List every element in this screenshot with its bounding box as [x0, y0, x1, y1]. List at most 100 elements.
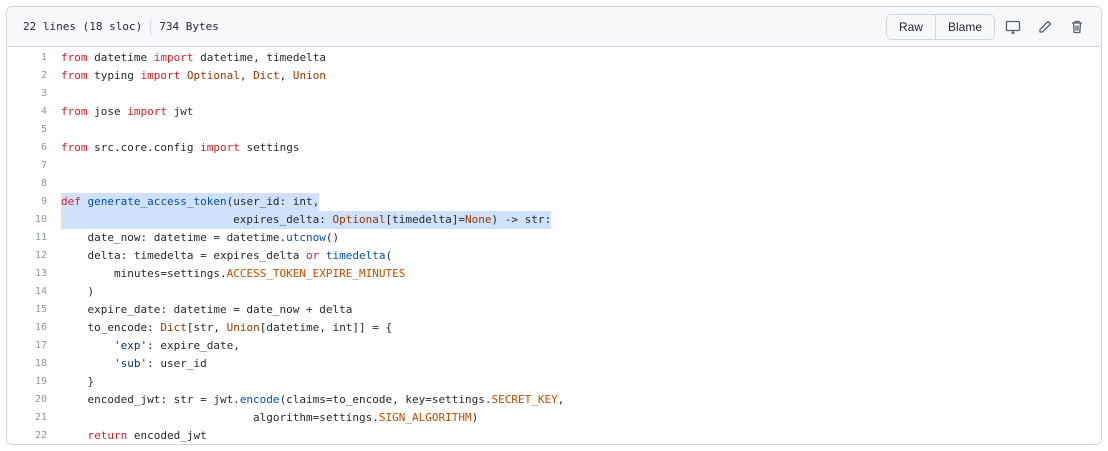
code-line: 21 algorithm=settings.SIGN_ALGORITHM) — [7, 409, 1101, 427]
code-token: from — [61, 141, 88, 154]
code-token: None — [465, 213, 492, 226]
code-token: jose — [87, 105, 128, 118]
code-line: 16 to_encode: Dict[str, Union[datetime, … — [7, 319, 1101, 337]
code-view: 1 from datetime import datetime, timedelt… — [7, 47, 1101, 444]
code-line: 10 expires_delta: Optional[timedelta]=No… — [7, 211, 1101, 229]
code-token: (user_id: int, — [226, 195, 320, 208]
code-token: minutes=settings. — [61, 267, 227, 280]
line-number[interactable]: 12 — [7, 247, 61, 265]
line-number[interactable]: 10 — [7, 211, 61, 229]
line-number[interactable]: 11 — [7, 229, 61, 247]
code-token: from — [61, 69, 88, 82]
line-number[interactable]: 3 — [7, 85, 61, 103]
code-token: Optional — [332, 213, 386, 226]
code-token: from — [61, 105, 88, 118]
line-number[interactable]: 20 — [7, 391, 61, 409]
line-number[interactable]: 2 — [7, 67, 61, 85]
code-token: 'exp' — [113, 339, 148, 352]
code-token: delta: timedelta = expires_delta — [61, 249, 307, 262]
pencil-icon[interactable] — [1031, 13, 1059, 41]
code-token: utcnow — [286, 231, 326, 244]
code-line: 4 from jose import jwt — [7, 103, 1101, 121]
code-token: import — [200, 141, 240, 154]
code-token: SECRET_KEY — [491, 393, 558, 406]
line-number[interactable]: 1 — [7, 49, 61, 67]
code-token: date_now: datetime = datetime. — [61, 231, 287, 244]
code-content: expire_date: datetime = date_now + delta — [61, 301, 352, 319]
line-number[interactable]: 21 — [7, 409, 61, 427]
file-header: 22 lines (18 sloc) 734 Bytes Raw Blame — [7, 7, 1101, 47]
code-token: or — [306, 249, 320, 262]
desktop-icon[interactable] — [999, 13, 1027, 41]
line-number[interactable]: 13 — [7, 265, 61, 283]
line-number[interactable]: 22 — [7, 427, 61, 444]
code-token: Union — [292, 69, 326, 82]
code-token: , — [279, 69, 293, 82]
code-line: 19 } — [7, 373, 1101, 391]
code-content: to_encode: Dict[str, Union[datetime, int… — [61, 319, 392, 337]
code-token: ) — [471, 411, 479, 424]
file-view: 22 lines (18 sloc) 734 Bytes Raw Blame 1… — [6, 6, 1102, 445]
code-token: , — [239, 69, 254, 82]
code-line: 14 ) — [7, 283, 1101, 301]
line-number[interactable]: 5 — [7, 121, 61, 139]
code-token: encoded_jwt: str = jwt. — [61, 393, 240, 406]
code-token: encode — [239, 393, 280, 406]
code-content: date_now: datetime = datetime.utcnow() — [61, 229, 339, 247]
code-line: 12 delta: timedelta = expires_delta or t… — [7, 247, 1101, 265]
code-token: jwt — [167, 105, 194, 118]
line-number[interactable]: 18 — [7, 355, 61, 373]
line-number[interactable]: 4 — [7, 103, 61, 121]
code-token: return — [87, 429, 128, 442]
code-token: timedelta — [325, 249, 386, 262]
code-token: ( — [385, 249, 393, 262]
code-token: } — [61, 375, 95, 388]
lines-info: 22 lines (18 sloc) — [23, 20, 143, 33]
view-button-group: Raw Blame — [885, 13, 995, 40]
code-line: 3 — [7, 85, 1101, 103]
code-content: 'exp': expire_date, — [61, 337, 240, 355]
code-token: import — [127, 105, 167, 118]
code-token: ) — [61, 285, 95, 298]
line-number[interactable]: 17 — [7, 337, 61, 355]
line-number[interactable]: 6 — [7, 139, 61, 157]
code-token: datetime — [87, 51, 154, 64]
line-number[interactable]: 16 — [7, 319, 61, 337]
code-content: ) — [61, 283, 94, 301]
code-token: [str, — [186, 321, 227, 334]
code-content: } — [61, 373, 94, 391]
code-line: 15 expire_date: datetime = date_now + de… — [7, 301, 1101, 319]
blame-button[interactable]: Blame — [934, 14, 994, 39]
code-token: () — [325, 231, 340, 244]
code-content: 'sub': user_id — [61, 355, 207, 373]
line-number[interactable]: 19 — [7, 373, 61, 391]
code-token: : user_id — [147, 357, 207, 370]
raw-button[interactable]: Raw — [886, 14, 935, 39]
line-number[interactable]: 15 — [7, 301, 61, 319]
code-content: from jose import jwt — [61, 103, 194, 121]
line-number[interactable]: 9 — [7, 193, 61, 211]
trash-icon[interactable] — [1063, 13, 1091, 41]
code-line: 2 from typing import Optional, Dict, Unio… — [7, 67, 1101, 85]
code-token: to_encode: — [61, 321, 161, 334]
code-line: 8 — [7, 175, 1101, 193]
code-line: 20 encoded_jwt: str = jwt.encode(claims=… — [7, 391, 1101, 409]
code-line: 17 'exp': expire_date, — [7, 337, 1101, 355]
code-token: ) -> str: — [491, 213, 552, 226]
code-token: Optional — [186, 69, 240, 82]
code-token: Dict — [160, 321, 187, 334]
code-content: expires_delta: Optional[timedelta]=None)… — [61, 211, 552, 229]
code-content: algorithm=settings.SIGN_ALGORITHM) — [61, 409, 478, 427]
line-number[interactable]: 7 — [7, 157, 61, 175]
code-token: import — [140, 69, 181, 82]
line-number[interactable]: 14 — [7, 283, 61, 301]
code-content: from src.core.config import settings — [61, 139, 299, 157]
code-token: typing — [87, 69, 141, 82]
code-line: 7 — [7, 157, 1101, 175]
code-line: 22 return encoded_jwt — [7, 427, 1101, 444]
line-number[interactable]: 8 — [7, 175, 61, 193]
